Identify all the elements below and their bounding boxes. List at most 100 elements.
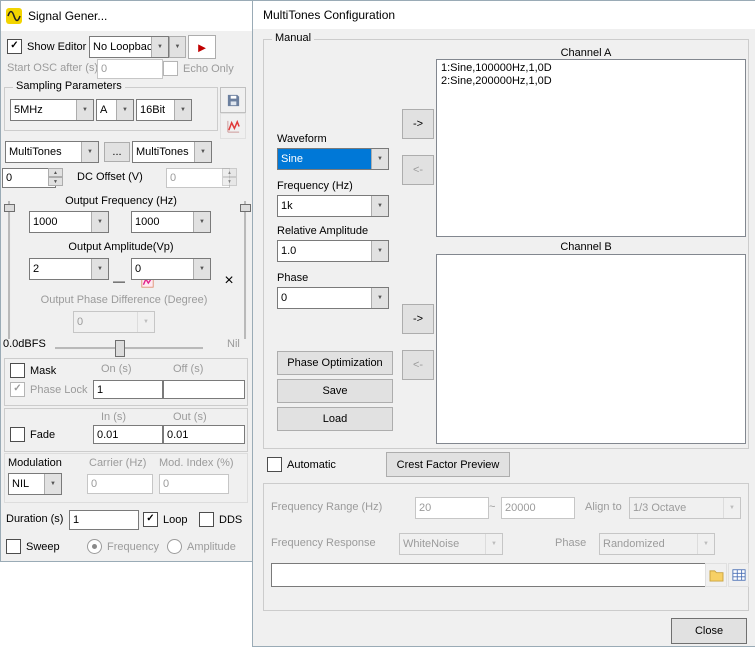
window-title: MultiTones Configuration	[263, 8, 395, 22]
echo-only-label: Echo Only	[183, 63, 234, 75]
add-to-channel-a-button[interactable]: ->	[402, 109, 434, 139]
file-path-input[interactable]	[271, 563, 709, 587]
output-amplitude-label: Output Amplitude(Vp)	[31, 241, 211, 253]
channel-b-list[interactable]	[436, 254, 746, 444]
output-frequency-a-value: 1000	[30, 212, 91, 232]
add-to-channel-b-button[interactable]: ->	[402, 304, 434, 334]
fade-checkbox[interactable]: Fade	[10, 427, 55, 442]
relative-amplitude-value: 1.0	[278, 241, 371, 261]
fade-in-label: In (s)	[101, 411, 126, 423]
sampling-rate-value: 5MHz	[11, 100, 76, 120]
relative-amplitude-label: Relative Amplitude	[277, 225, 368, 237]
phase-optimization-label: Phase Optimization	[287, 357, 382, 369]
automatic-checkbox[interactable]: Automatic	[267, 457, 336, 472]
checkbox-box	[199, 512, 214, 527]
fade-out-input[interactable]: 0.01	[163, 425, 245, 444]
fade-label: Fade	[30, 429, 55, 441]
output-frequency-b-select[interactable]: 1000 ▼	[131, 211, 211, 233]
spectrum-icon-button[interactable]	[220, 113, 246, 139]
list-item[interactable]: 1:Sine,100000Hz,1,0D	[441, 62, 741, 75]
multitones-titlebar[interactable]: MultiTones Configuration	[253, 1, 755, 29]
checkbox-box	[10, 363, 25, 378]
add-arrow-label: ->	[413, 118, 423, 130]
duration-input[interactable]: 1	[69, 510, 139, 530]
sampling-channel-select[interactable]: A ▼	[96, 99, 134, 121]
loopback-value: No Loopback	[90, 37, 151, 57]
sampling-bits-select[interactable]: 16Bit ▼	[136, 99, 192, 121]
right-level-slider-thumb[interactable]	[240, 204, 251, 212]
show-editor-checkbox[interactable]: ✓ Show Editor	[7, 39, 86, 54]
spin-down-icon: ▼	[222, 177, 237, 186]
sampling-parameters-label: Sampling Parameters	[13, 80, 125, 92]
checkbox-box: ✓	[7, 39, 22, 54]
remove-from-channel-a-button[interactable]: <-	[402, 155, 434, 185]
loopback-select[interactable]: No Loopback ▼	[89, 36, 169, 58]
chevron-down-icon: ▼	[91, 212, 108, 232]
browse-folder-button[interactable]	[705, 563, 727, 587]
dbfs-slider-thumb[interactable]	[115, 340, 125, 357]
phase-lock-on-input[interactable]: 1	[93, 380, 163, 399]
list-item[interactable]: 2:Sine,200000Hz,1,0D	[441, 75, 741, 88]
wave-type-b-value: MultiTones	[133, 142, 194, 162]
chevron-down-icon: ▼	[76, 100, 93, 120]
left-level-slider-thumb[interactable]	[4, 204, 15, 212]
sweep-label: Sweep	[26, 541, 60, 553]
sweep-amplitude-radio: Amplitude	[167, 539, 236, 554]
sweep-checkbox[interactable]: Sweep	[6, 539, 60, 554]
output-amplitude-a-select[interactable]: 2 ▼	[29, 258, 109, 280]
checkbox-box	[163, 61, 178, 76]
dc-offset-a-spinner[interactable]: ▲ ▼	[48, 168, 63, 186]
crest-factor-preview-button[interactable]: Crest Factor Preview	[386, 452, 510, 477]
play-button[interactable]: ►	[188, 35, 216, 59]
chevron-down-icon: ▼	[116, 100, 133, 120]
phase-lock-off-input[interactable]	[163, 380, 245, 399]
save-file-button[interactable]	[220, 87, 246, 113]
left-level-slider-track[interactable]	[8, 201, 11, 339]
output-frequency-a-select[interactable]: 1000 ▼	[29, 211, 109, 233]
mask-checkbox[interactable]: Mask	[10, 363, 56, 378]
add-arrow-label: ->	[413, 313, 423, 325]
channel-a-list[interactable]: 1:Sine,100000Hz,1,0D 2:Sine,200000Hz,1,0…	[436, 59, 746, 237]
wave-type-b-select[interactable]: MultiTones ▼	[132, 141, 212, 163]
relative-amplitude-select[interactable]: 1.0 ▼	[277, 240, 389, 262]
wave-type-a-select[interactable]: MultiTones ▼	[5, 141, 99, 163]
close-label: Close	[695, 625, 723, 637]
chevron-down-icon: ▼	[485, 534, 502, 554]
app-icon	[6, 8, 22, 24]
load-button[interactable]: Load	[277, 407, 393, 431]
phase-optimization-button[interactable]: Phase Optimization	[277, 351, 393, 375]
loopback-extra-dropdown-button[interactable]: ▼	[169, 36, 186, 58]
more-label: ...	[112, 146, 121, 158]
carrier-input: 0	[87, 474, 153, 494]
grid-icon	[732, 568, 746, 582]
remove-from-channel-b-button[interactable]: <-	[402, 350, 434, 380]
output-amplitude-a-value: 2	[30, 259, 91, 279]
waveform-select[interactable]: Sine ▼	[277, 148, 389, 170]
loop-checkbox[interactable]: ✓ Loop	[143, 512, 187, 527]
signal-generator-window: Signal Gener... — × ✓ Show Editor No Loo…	[0, 0, 254, 562]
save-button[interactable]: Save	[277, 379, 393, 403]
dbfs-slider-track[interactable]	[55, 347, 203, 350]
spin-up-icon[interactable]: ▲	[48, 168, 63, 177]
grid-view-button[interactable]	[728, 563, 749, 587]
fade-in-input[interactable]: 0.01	[93, 425, 163, 444]
chevron-down-icon: ▼	[175, 44, 181, 50]
align-to-value: 1/3 Octave	[630, 498, 723, 518]
output-amplitude-b-select[interactable]: 0 ▼	[131, 258, 211, 280]
frequency-select[interactable]: 1k ▼	[277, 195, 389, 217]
phase-difference-label: Output Phase Difference (Degree)	[11, 294, 237, 306]
mask-off-label: Off (s)	[173, 363, 203, 375]
spin-down-icon[interactable]: ▼	[48, 177, 63, 186]
modulation-select[interactable]: NIL ▼	[8, 473, 62, 495]
frequency-response-select: WhiteNoise ▼	[399, 533, 503, 555]
close-dialog-button[interactable]: Close	[671, 618, 747, 644]
right-level-slider-track[interactable]	[244, 201, 247, 339]
range-separator: ~	[489, 501, 495, 513]
channel-a-label: Channel A	[436, 47, 736, 59]
dds-checkbox[interactable]: DDS	[199, 512, 242, 527]
frequency-range-min-input: 20	[415, 497, 489, 519]
phase-select[interactable]: 0 ▼	[277, 287, 389, 309]
sampling-rate-select[interactable]: 5MHz ▼	[10, 99, 94, 121]
more-options-button[interactable]: ...	[104, 142, 130, 162]
automatic-label: Automatic	[287, 459, 336, 471]
